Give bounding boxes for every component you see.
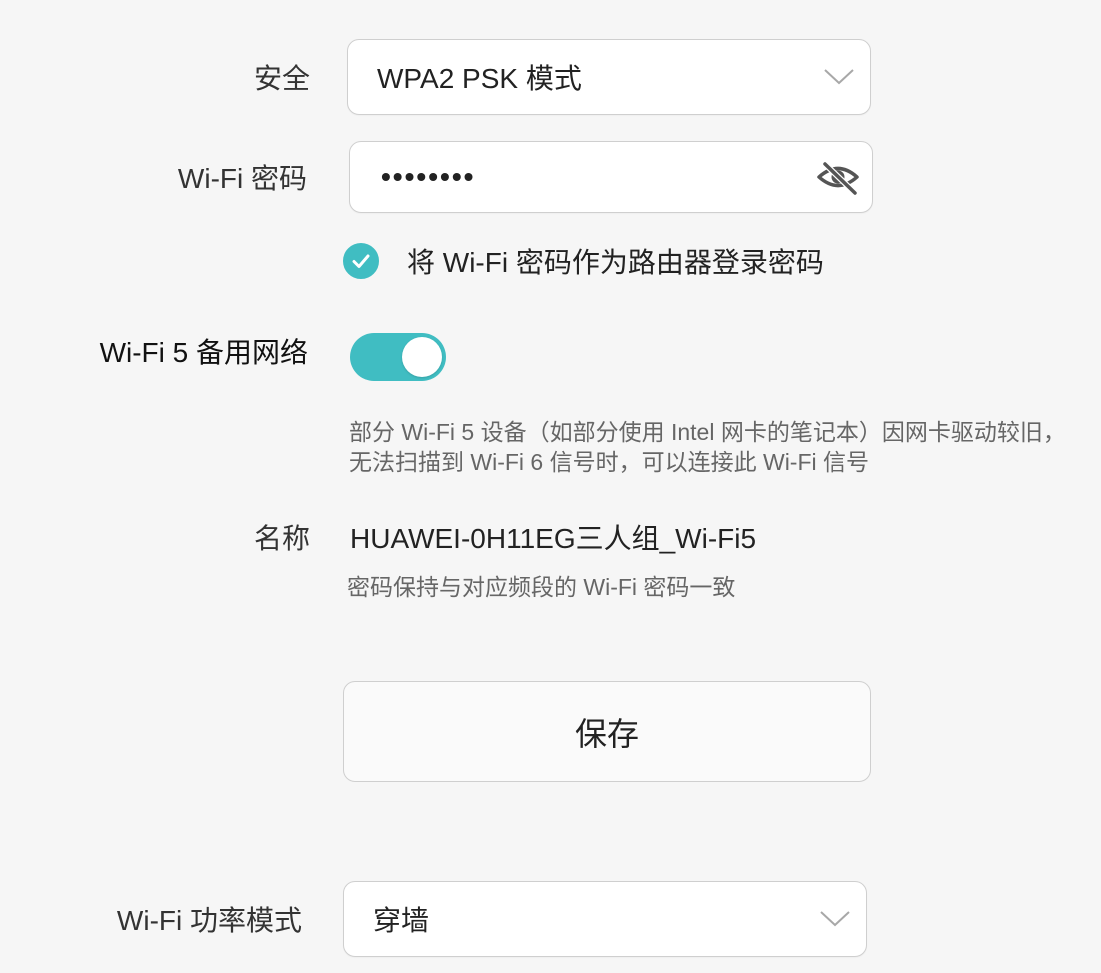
wifi5-backup-label: Wi-Fi 5 备用网络 (99, 337, 308, 368)
wifi-password-field (349, 141, 873, 213)
power-mode-value: 穿墙 (373, 905, 430, 936)
wifi5-backup-description: 部分 Wi-Fi 5 设备（如部分使用 Intel 网卡的笔记本）因网卡驱动较旧… (349, 419, 1066, 475)
security-value: WPA2 PSK 模式 (377, 63, 582, 94)
checkmark-icon (352, 254, 370, 268)
power-mode-label: Wi-Fi 功率模式 (116, 905, 302, 936)
wifi-settings-panel: 安全 WPA2 PSK 模式 Wi-Fi 密码 将 Wi-Fi 密码作为路由器登… (0, 0, 1101, 973)
eye-off-icon[interactable] (815, 157, 861, 197)
network-name-label: 名称 (253, 523, 310, 554)
use-as-login-checkbox[interactable] (343, 243, 379, 279)
wifi-password-input[interactable] (379, 160, 803, 194)
toggle-knob (402, 337, 442, 377)
use-as-login-option[interactable]: 将 Wi-Fi 密码作为路由器登录密码 (343, 241, 824, 281)
network-name-value: HUAWEI-0H11EG三人组_Wi-Fi5 (350, 523, 757, 554)
wifi-password-label: Wi-Fi 密码 (177, 163, 307, 194)
chevron-down-icon (820, 911, 850, 927)
chevron-down-icon (824, 69, 854, 85)
wifi5-backup-toggle[interactable] (350, 333, 446, 381)
save-button[interactable]: 保存 (343, 681, 871, 782)
use-as-login-label: 将 Wi-Fi 密码作为路由器登录密码 (407, 247, 824, 278)
power-mode-select[interactable]: 穿墙 (343, 881, 867, 957)
security-label: 安全 (253, 63, 310, 94)
security-select[interactable]: WPA2 PSK 模式 (347, 39, 871, 115)
password-hint: 密码保持与对应频段的 Wi-Fi 密码一致 (347, 574, 736, 600)
